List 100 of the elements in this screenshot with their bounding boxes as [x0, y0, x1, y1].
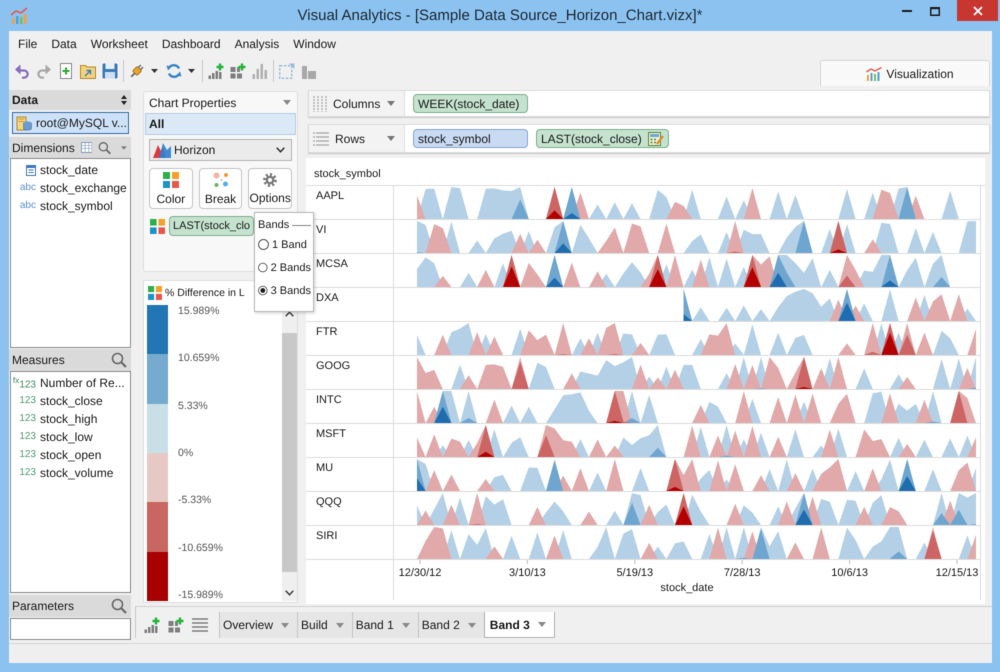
- axis-tick-label: 3/10/13: [509, 567, 546, 579]
- row-label: SIRI: [316, 530, 338, 542]
- sheet-tab[interactable]: Build: [297, 612, 352, 638]
- plug-icon[interactable]: [129, 63, 145, 79]
- menu-item[interactable]: Analysis: [228, 34, 286, 52]
- radio-option[interactable]: 2 Bands: [258, 256, 311, 279]
- database-icon: [16, 115, 32, 131]
- rows-icon: [313, 132, 329, 146]
- add-dashboard-icon[interactable]: [230, 63, 246, 79]
- radio-button[interactable]: [258, 239, 269, 250]
- color-squares-icon: [148, 286, 162, 300]
- panel-title: Chart Properties: [149, 96, 236, 110]
- search-icon[interactable]: [111, 352, 127, 368]
- field-type-label: 123: [19, 449, 36, 461]
- radio-option[interactable]: 3 Bands: [258, 279, 311, 302]
- legend-tick-label: -15.989%: [178, 588, 223, 601]
- scroll-up-icon[interactable]: [285, 311, 294, 317]
- field-type-label: 123: [19, 467, 36, 479]
- row-label: GOOG: [316, 360, 350, 372]
- refresh-icon[interactable]: [166, 63, 182, 79]
- gear-icon: [263, 172, 278, 186]
- chart-type-dropdown[interactable]: Horizon: [149, 139, 292, 161]
- panel-title: Parameters: [12, 599, 74, 613]
- legend-tick-label: 5.33%: [178, 400, 209, 412]
- row-label: MSFT: [316, 428, 346, 440]
- new-file-icon[interactable]: [58, 63, 74, 79]
- legend-tick-label: 15.989%: [178, 305, 220, 317]
- field-pill[interactable]: LAST(stock_clo: [169, 216, 254, 236]
- legend-tick-label: -5.33%: [178, 494, 212, 506]
- field-pill[interactable]: WEEK(stock_date): [413, 94, 528, 113]
- field-item[interactable]: 123 stock_close: [11, 392, 130, 410]
- table-icon[interactable]: [80, 141, 92, 154]
- field-pill[interactable]: stock_symbol: [413, 129, 528, 148]
- field-type-label: 123: [19, 395, 36, 407]
- undo-icon[interactable]: [14, 63, 30, 79]
- add-chart-icon[interactable]: [144, 616, 160, 632]
- panel-title: Dimensions: [12, 140, 75, 154]
- menu-item[interactable]: Dashboard: [154, 34, 228, 52]
- menu-item[interactable]: Worksheet: [84, 34, 155, 52]
- row-label: AAPL: [316, 190, 344, 202]
- horizon-chart-icon: [153, 142, 171, 158]
- sort-arrows-icon[interactable]: [121, 95, 127, 105]
- legend-tick-label: 0%: [178, 446, 194, 459]
- options-button[interactable]: Options: [248, 168, 292, 209]
- menu-item[interactable]: Window: [286, 34, 343, 52]
- field-item[interactable]: abc stock_exchange: [11, 179, 130, 197]
- row-label: FTR: [316, 326, 338, 338]
- color-button[interactable]: Color: [149, 168, 193, 209]
- row-label: MCSA: [316, 258, 348, 270]
- shelf-label[interactable]: Rows: [309, 125, 405, 152]
- field-type-label: 123: [19, 413, 36, 425]
- scroll-thumb[interactable]: [282, 333, 297, 572]
- scope-item[interactable]: All: [145, 113, 296, 135]
- field-item[interactable]: 123 stock_open: [11, 446, 130, 464]
- field-item[interactable]: 123 stock_low: [11, 428, 130, 446]
- list-icon[interactable]: [192, 618, 208, 632]
- search-icon[interactable]: [98, 140, 112, 156]
- field-item[interactable]: stock_date: [11, 161, 130, 179]
- open-folder-icon[interactable]: [80, 63, 96, 79]
- caret-icon: [387, 101, 395, 106]
- add-dashboard-icon[interactable]: [168, 616, 184, 632]
- panel-title: Data: [12, 93, 38, 107]
- popup-title: Bands: [258, 219, 290, 231]
- search-icon[interactable]: [111, 598, 127, 614]
- menu-item[interactable]: File: [11, 34, 44, 52]
- radio-button[interactable]: [258, 285, 268, 296]
- data-source-item[interactable]: root@MySQL v...: [12, 112, 129, 134]
- field-pill[interactable]: LAST(stock_close): [536, 129, 669, 148]
- calculator-icon[interactable]: [648, 132, 664, 146]
- row-header-label: stock_symbol: [314, 168, 381, 180]
- shelf-label[interactable]: Columns: [309, 91, 405, 116]
- sheet-tab[interactable]: Band 2: [418, 612, 484, 638]
- field-type-label: 123: [19, 431, 36, 443]
- scroll-down-icon[interactable]: [285, 590, 294, 596]
- close-button[interactable]: [957, 0, 998, 21]
- maximize-icon[interactable]: [930, 6, 940, 16]
- sheet-tab[interactable]: Band 3: [484, 612, 555, 638]
- radio-option[interactable]: 1 Band: [258, 233, 311, 256]
- field-type-label: $^{fx}$123: [12, 374, 36, 392]
- caret-icon[interactable]: [188, 69, 195, 73]
- caret-icon: [387, 136, 395, 141]
- chevron-down-icon: [276, 147, 285, 153]
- add-chart-icon[interactable]: [208, 63, 224, 79]
- menu-item[interactable]: Data: [44, 34, 84, 52]
- field-type-label: abc: [20, 182, 36, 194]
- legend-tick-label: -10.659%: [178, 542, 223, 554]
- sheet-tab[interactable]: Overview: [219, 612, 298, 638]
- field-item[interactable]: $^{fx}$123 Number of Re...: [11, 374, 130, 392]
- caret-icon[interactable]: [151, 69, 158, 73]
- axis-tick-label: 12/30/12: [398, 567, 442, 579]
- radio-button[interactable]: [258, 262, 268, 273]
- sheet-tab[interactable]: Band 1: [352, 612, 418, 638]
- save-icon[interactable]: [102, 63, 118, 79]
- field-item[interactable]: 123 stock_volume: [11, 464, 130, 482]
- field-type-label: abc: [20, 200, 36, 212]
- legend-tick-label: 10.659%: [178, 352, 220, 364]
- field-item[interactable]: 123 stock_high: [11, 410, 130, 428]
- break-button[interactable]: Break: [198, 168, 242, 209]
- view-tab[interactable]: Visualization: [820, 60, 990, 86]
- field-item[interactable]: abc stock_symbol: [11, 197, 130, 215]
